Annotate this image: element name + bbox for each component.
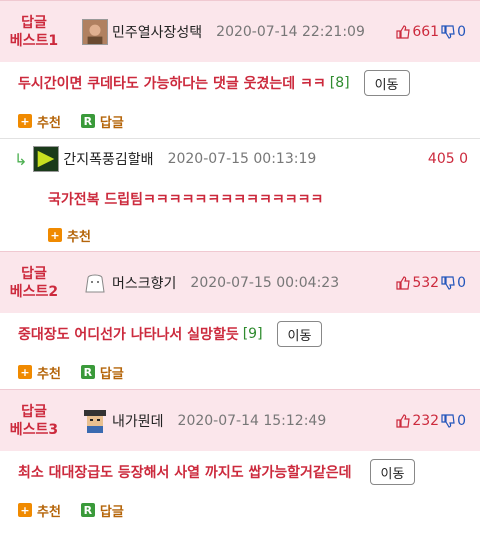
recommend-label: 추천 [37, 115, 61, 131]
comment-actions: + 추천 R 답글 [0, 104, 480, 138]
recommend-label: 추천 [37, 366, 61, 382]
comment-text: 두시간이면 쿠데타도 가능하다는 댓글 웃겼는데 ㅋㅋ [18, 76, 326, 92]
reply-body: 국가전복 드립팀ㅋㅋㅋㅋㅋㅋㅋㅋㅋㅋㅋㅋㅋㅋ [0, 179, 480, 219]
best-comment-2: 답글 베스트2 머스크향기 2020-07-15 00:04:23 532 0 … [0, 251, 480, 389]
upvote-count: 232 [412, 412, 440, 429]
thumb-up-icon[interactable] [396, 275, 411, 290]
vote-count: 405 0 [427, 151, 468, 167]
comment-date: 2020-07-14 22:21:09 [216, 23, 365, 40]
reply-button[interactable]: R 답글 [80, 112, 124, 131]
r-square-icon: R [80, 503, 95, 517]
comment-actions: + 추천 R 답글 [0, 493, 480, 527]
thumb-down-icon[interactable] [441, 24, 455, 39]
downvote-count: 0 [457, 274, 466, 291]
avatar[interactable] [82, 270, 108, 296]
reply-header: ↳ 간지폭풍김할배 2020-07-15 00:13:19 405 0 [0, 139, 480, 179]
comment-header: 답글 베스트3 내가뭔데 2020-07-14 15:12:49 232 0 [0, 389, 480, 451]
badge-rank-label: 베스트2 [9, 283, 59, 300]
thumb-up-icon[interactable] [396, 413, 411, 428]
badge-reply-label: 답글 [21, 403, 47, 420]
reply-count[interactable]: [8] [330, 75, 350, 91]
comment-actions: + 추천 R 답글 [0, 355, 480, 389]
best-badge: 답글 베스트1 [0, 14, 68, 50]
reply-label: 답글 [99, 366, 124, 382]
thumb-up-icon[interactable] [396, 24, 411, 39]
reply-arrow-icon: ↳ [14, 149, 28, 169]
vote-box: 232 0 [394, 413, 466, 429]
reply-button[interactable]: R 답글 [80, 501, 124, 520]
upvote-count: 532 [412, 274, 440, 291]
comment-date: 2020-07-14 15:12:49 [177, 412, 327, 429]
upvote-count: 661 [412, 23, 440, 40]
thumb-down-icon[interactable] [441, 275, 455, 290]
recommend-button[interactable]: + 추천 [48, 226, 91, 245]
avatar[interactable] [33, 146, 60, 172]
plus-square-icon: + [48, 228, 62, 242]
comment-header: 답글 베스트2 머스크향기 2020-07-15 00:04:23 532 0 [0, 251, 480, 313]
best-badge: 답글 베스트2 [0, 265, 68, 301]
recommend-button[interactable]: + 추천 [18, 501, 61, 520]
best-badge: 답글 베스트3 [0, 403, 68, 439]
plus-square-icon: + [18, 503, 32, 517]
r-square-icon: R [80, 365, 95, 379]
reply-label: 답글 [99, 115, 124, 131]
comment-text: 국가전복 드립팀ㅋㅋㅋㅋㅋㅋㅋㅋㅋㅋㅋㅋㅋㅋ [48, 192, 324, 208]
nickname[interactable]: 간지폭풍김할배 [63, 149, 153, 169]
badge-reply-label: 답글 [21, 265, 47, 282]
plus-square-icon: + [18, 114, 32, 128]
avatar[interactable] [82, 18, 108, 45]
comment-text: 중대장도 어디선가 나타나서 실망할듯 [18, 327, 239, 343]
nickname[interactable]: 머스크향기 [112, 273, 176, 293]
comment-date: 2020-07-15 00:04:23 [190, 274, 340, 291]
avatar[interactable] [82, 408, 108, 434]
badge-rank-label: 베스트1 [9, 32, 59, 49]
move-button[interactable]: 이동 [276, 321, 323, 347]
recommend-label: 추천 [67, 229, 91, 245]
vote-box: 532 0 [394, 275, 466, 291]
reply-button[interactable]: R 답글 [80, 363, 124, 382]
recommend-button[interactable]: + 추천 [18, 112, 61, 131]
comment-text: 최소 대대장급도 등장해서 사열 까지도 쌉가능할거같은데 [18, 465, 352, 481]
move-button[interactable]: 이동 [369, 459, 416, 485]
comment-body: 최소 대대장급도 등장해서 사열 까지도 쌉가능할거같은데 이동 [0, 451, 480, 493]
downvote-count: 0 [457, 23, 466, 40]
best-comment-3: 답글 베스트3 내가뭔데 2020-07-14 15:12:49 232 0 최… [0, 389, 480, 527]
vote-box: 661 0 [394, 24, 466, 40]
recommend-label: 추천 [37, 504, 61, 520]
best-comment-1: 답글 베스트1 민주열사장성택 2020-07-14 22:21:09 661 … [0, 0, 480, 138]
badge-reply-label: 답글 [21, 14, 47, 31]
reply-comment: ↳ 간지폭풍김할배 2020-07-15 00:13:19 405 0 국가전복… [0, 139, 480, 251]
comment-body: 중대장도 어디선가 나타나서 실망할듯 [9] 이동 [0, 313, 480, 355]
comment-date: 2020-07-15 00:13:19 [167, 151, 317, 167]
reply-actions: + 추천 [0, 219, 480, 251]
plus-square-icon: + [18, 365, 32, 379]
reply-label: 답글 [99, 504, 124, 520]
comment-header: 답글 베스트1 민주열사장성택 2020-07-14 22:21:09 661 … [0, 0, 480, 62]
thumb-down-icon[interactable] [441, 413, 455, 428]
reply-count[interactable]: [9] [243, 326, 263, 342]
badge-rank-label: 베스트3 [9, 421, 59, 438]
downvote-count: 0 [457, 412, 466, 429]
comment-body: 두시간이면 쿠데타도 가능하다는 댓글 웃겼는데 ㅋㅋ [8] 이동 [0, 62, 480, 104]
recommend-button[interactable]: + 추천 [18, 363, 61, 382]
nickname[interactable]: 민주열사장성택 [112, 22, 202, 42]
nickname[interactable]: 내가뭔데 [112, 411, 164, 431]
move-button[interactable]: 이동 [363, 70, 410, 96]
r-square-icon: R [80, 114, 95, 128]
